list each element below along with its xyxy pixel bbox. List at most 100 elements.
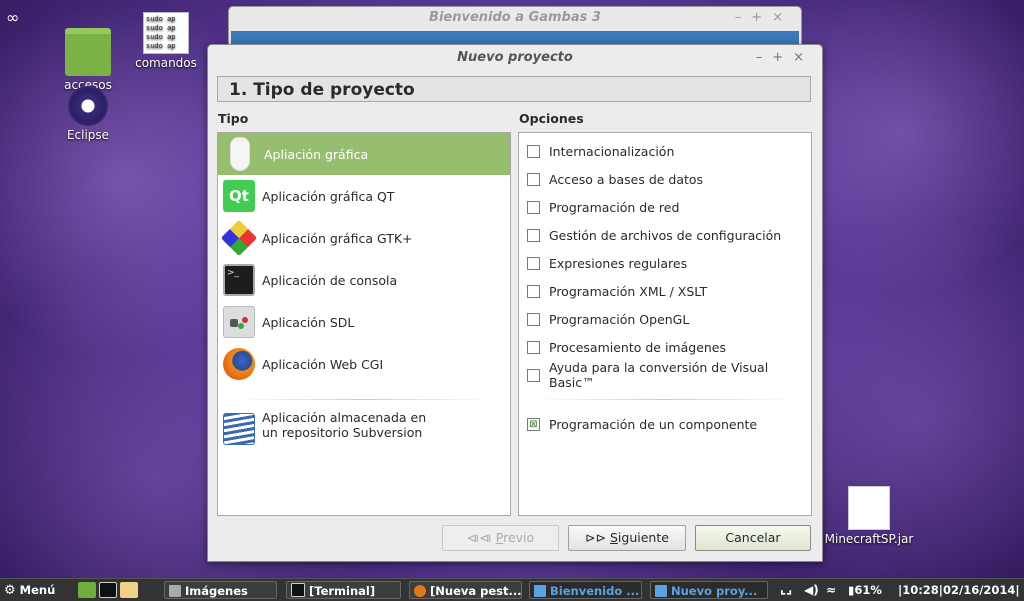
project-type-item[interactable]: >_ Aplicación de consola [218, 259, 510, 301]
text-file-icon: sudo ap sudo ap sudo ap sudo ap [143, 12, 189, 54]
dialog-title: Nuevo proyecto [457, 50, 573, 65]
firefox-icon [223, 348, 255, 380]
desktop-icon-eclipse[interactable]: Eclipse [53, 86, 123, 142]
new-project-dialog[interactable]: Nuevo proyecto –+× 1. Tipo de proyecto T… [207, 44, 823, 562]
option-item[interactable]: Programación XML / XSLT [519, 277, 811, 305]
checkbox[interactable] [527, 368, 540, 382]
next-label: iguiente [617, 530, 669, 545]
maximize-button[interactable]: + [772, 50, 793, 65]
show-desktop-icon[interactable]: ⌞⌟ [780, 581, 792, 599]
task-button[interactable]: Imágenes [164, 581, 277, 599]
checkbox[interactable] [527, 200, 540, 214]
project-type-label: un repositorio Subversion [262, 425, 423, 440]
project-type-item[interactable]: Qt Aplicación gráfica QT [218, 175, 510, 217]
gear-icon: ⚙ [4, 583, 16, 598]
close-button[interactable]: × [793, 50, 814, 65]
window-controls: –+× [756, 47, 814, 69]
task-label: Bienvenido ... [550, 584, 640, 598]
checkbox[interactable] [527, 340, 540, 354]
checkbox[interactable] [527, 228, 540, 242]
option-label: Procesamiento de imágenes [549, 339, 727, 355]
option-item[interactable]: Acceso a bases de datos [519, 165, 811, 193]
project-type-label: Aplicación almacenada en [262, 410, 427, 425]
file-preview-line: sudo ap [146, 42, 176, 50]
checkbox-checked[interactable]: ⊠ [527, 417, 540, 431]
option-item[interactable]: Ayuda para la conversión de Visual Basic… [519, 360, 811, 390]
terminal-icon [291, 583, 305, 597]
project-type-item[interactable]: Aplicación SDL [218, 301, 510, 343]
project-type-label: Aplicación SDL [262, 314, 355, 330]
wifi-icon[interactable]: ≈ [826, 581, 836, 599]
option-label: Ayuda para la conversión de Visual Basic… [549, 360, 769, 390]
qt-icon: Qt [223, 180, 255, 212]
folder-icon [169, 585, 181, 597]
gtk-icon [220, 219, 258, 257]
project-type-item[interactable]: Apliación gráfica [218, 133, 510, 175]
previous-button[interactable]: ⧏⧏ Previo [442, 525, 559, 551]
minimize-button[interactable]: – [735, 10, 752, 25]
list-separator [535, 399, 795, 400]
desktop-icon-accesos[interactable]: accesos [53, 28, 123, 92]
file-preview-line: sudo ap [146, 24, 176, 32]
file-manager-launcher-icon[interactable] [78, 582, 96, 598]
option-label: Programación OpenGL [549, 311, 690, 327]
minimize-button[interactable]: – [756, 50, 773, 65]
desktop-icon-minecraftsp-jar[interactable]: MinecraftSP.jar [824, 486, 914, 546]
checkbox[interactable] [527, 256, 540, 270]
options-list[interactable]: Internacionalización Acceso a bases de d… [518, 132, 812, 516]
terminal-icon: >_ [223, 264, 255, 296]
checkbox[interactable] [527, 172, 540, 186]
file-preview-line: sudo ap [146, 33, 176, 41]
desktop-icon-comandos[interactable]: sudo ap sudo ap sudo ap sudo ap comandos [131, 12, 201, 70]
option-label: Expresiones regulares [549, 255, 688, 271]
folder-icon [65, 28, 111, 76]
mouse-icon [230, 137, 250, 171]
desktop-icon-label: Eclipse [66, 128, 110, 142]
checkbox[interactable] [527, 312, 540, 326]
terminal-launcher-icon[interactable] [99, 582, 117, 598]
window-controls: –+× [735, 7, 793, 29]
project-type-list[interactable]: Apliación gráfica Qt Aplicación gráfica … [217, 132, 511, 516]
option-item-component[interactable]: ⊠ Programación de un componente [519, 410, 811, 438]
step-heading: 1. Tipo de proyecto [217, 76, 811, 102]
gamepad-icon [223, 306, 255, 338]
option-label: Programación de un componente [549, 416, 758, 432]
next-icon: ⊳⊳ [585, 530, 606, 545]
menu-button[interactable]: ⚙ Menú [4, 581, 55, 599]
taskbar: ⚙ Menú Imágenes [Terminal] [Nueva pest..… [0, 578, 1024, 601]
project-type-label: Aplicación de consola [262, 272, 398, 288]
firefox-icon [414, 585, 426, 597]
close-button[interactable]: × [772, 10, 793, 25]
option-item[interactable]: Programación de red [519, 193, 811, 221]
task-button[interactable]: Bienvenido ... [529, 581, 642, 599]
option-label: Programación XML / XSLT [549, 283, 708, 299]
menu-label: Menú [19, 583, 56, 597]
project-type-item[interactable]: Aplicación Web CGI [218, 343, 510, 385]
project-type-item[interactable]: Aplicación gráfica GTK+ [218, 217, 510, 259]
checkbox[interactable] [527, 284, 540, 298]
task-button[interactable]: Nuevo proy... [650, 581, 768, 599]
volume-icon[interactable]: ◀) [804, 581, 819, 599]
maximize-button[interactable]: + [751, 10, 772, 25]
battery-indicator[interactable]: ▮61% [848, 581, 882, 599]
project-type-label: Apliación gráfica [264, 146, 369, 162]
text-editor-launcher-icon[interactable] [120, 582, 138, 598]
project-type-item-subversion[interactable]: Aplicación almacenada en un repositorio … [218, 410, 510, 454]
cancel-button[interactable]: Cancelar [695, 525, 811, 551]
infinity-icon[interactable]: ∞ [6, 8, 19, 27]
next-button[interactable]: ⊳⊳ Siguiente [568, 525, 686, 551]
next-mnemonic: S [609, 530, 618, 545]
window-title: Bienvenido a Gambas 3 [429, 10, 601, 25]
checkbox[interactable] [527, 144, 540, 158]
option-item[interactable]: Procesamiento de imágenes [519, 333, 811, 361]
option-item[interactable]: Gestión de archivos de configuración [519, 221, 811, 249]
option-item[interactable]: Internacionalización [519, 137, 811, 165]
option-item[interactable]: Programación OpenGL [519, 305, 811, 333]
clock[interactable]: |10:28|02/16/2014| [898, 581, 1020, 599]
task-button[interactable]: [Nueva pest... [409, 581, 522, 599]
previous-mnemonic: P [495, 530, 504, 545]
option-item[interactable]: Expresiones regulares [519, 249, 811, 277]
task-label: [Nueva pest... [430, 584, 522, 598]
desktop-icon-label: MinecraftSP.jar [824, 532, 914, 546]
task-button[interactable]: [Terminal] [286, 581, 401, 599]
